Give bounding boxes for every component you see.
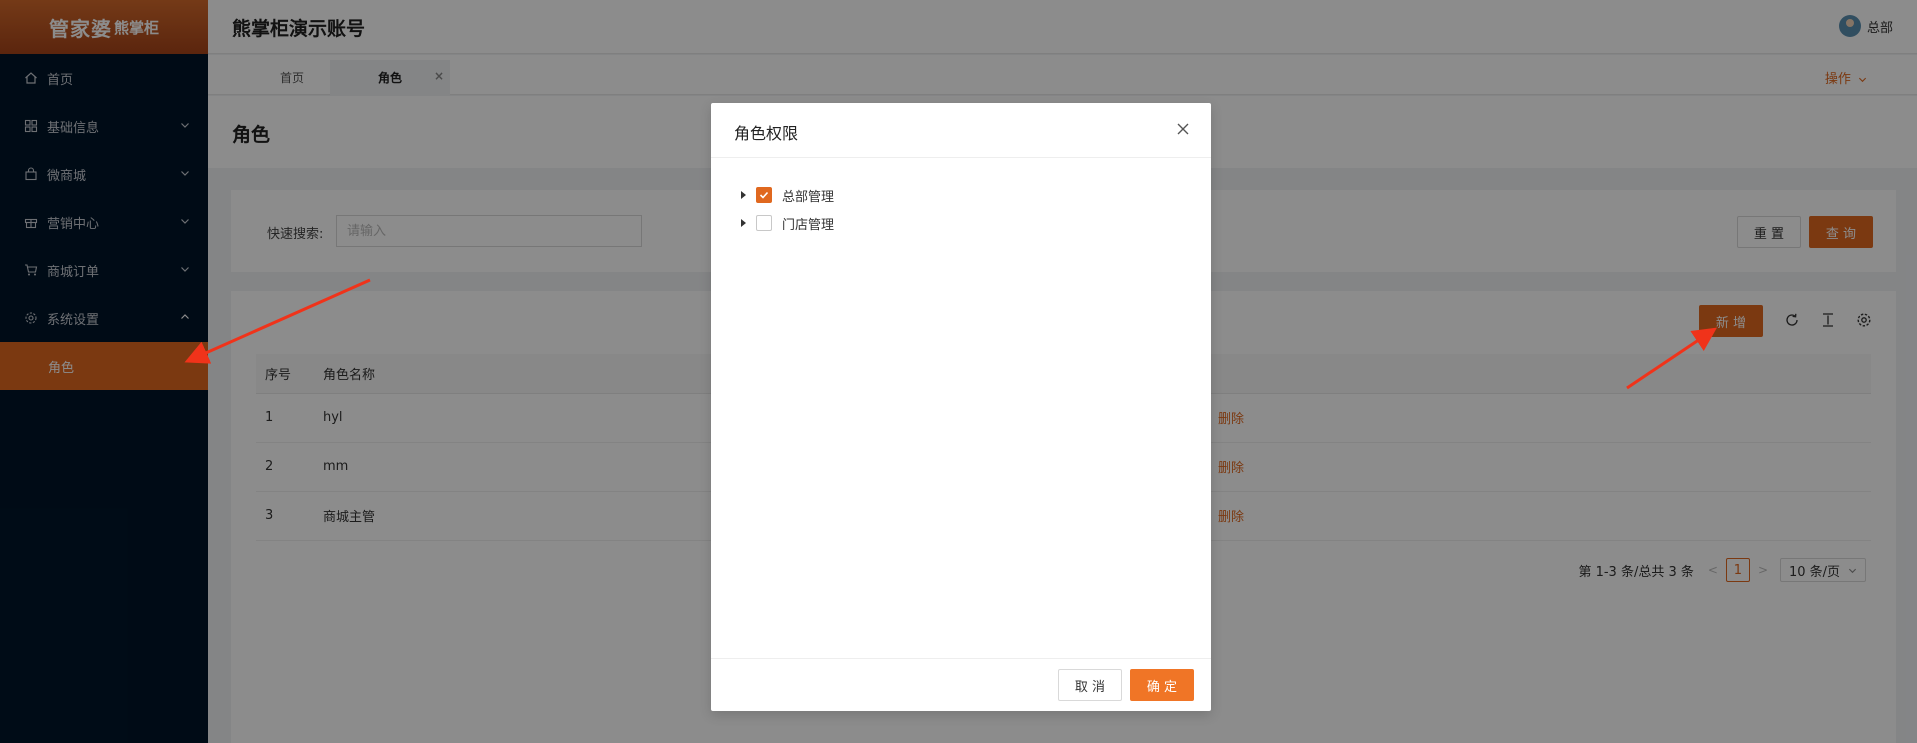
check-icon (759, 191, 769, 199)
caret-right-icon[interactable] (741, 191, 746, 199)
checkbox[interactable] (756, 215, 772, 231)
annotation-arrow-sidebar (184, 278, 371, 364)
tree-node-hq-management[interactable]: 总部管理 (741, 185, 834, 205)
caret-right-icon[interactable] (741, 219, 746, 227)
tree-node-store-management[interactable]: 门店管理 (741, 213, 834, 233)
dialog-footer: 取 消 确 定 (711, 658, 1211, 711)
checkbox-checked[interactable] (756, 187, 772, 203)
annotation-arrow-add (1626, 327, 1717, 390)
close-icon[interactable] (1175, 121, 1191, 137)
dialog-header: 角色权限 (711, 103, 1211, 158)
tree-node-label: 门店管理 (782, 217, 835, 233)
tree-node-label: 总部管理 (782, 189, 835, 205)
dialog-title: 角色权限 (734, 124, 799, 143)
role-permission-dialog: 角色权限 总部管理 门店管理 取 消 确 定 (711, 103, 1211, 711)
ok-button[interactable]: 确 定 (1130, 669, 1194, 701)
cancel-button-label: 取 消 (1074, 679, 1106, 695)
ok-button-label: 确 定 (1146, 679, 1178, 695)
cancel-button[interactable]: 取 消 (1058, 669, 1122, 701)
